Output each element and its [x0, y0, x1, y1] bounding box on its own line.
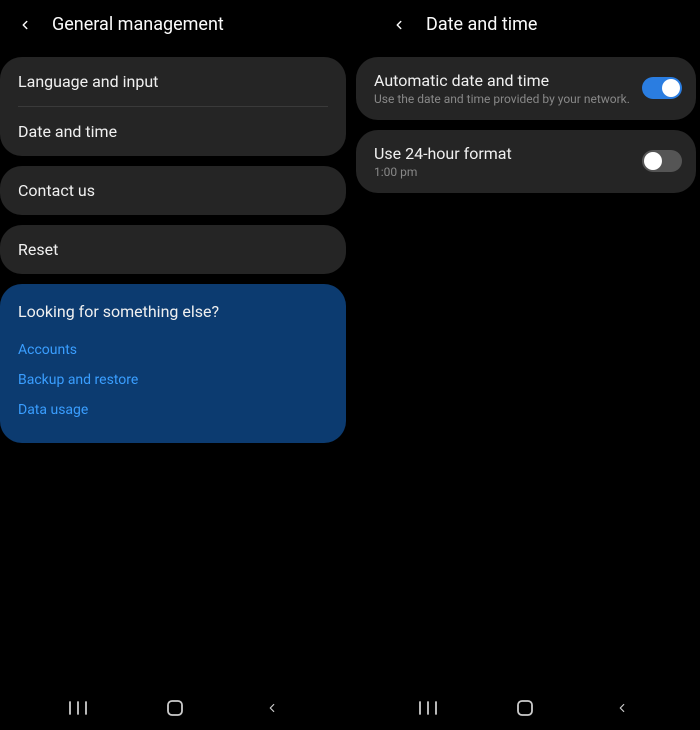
back-icon[interactable]: [16, 16, 34, 34]
use-24-hour-title: Use 24-hour format: [374, 144, 632, 163]
automatic-date-time-item[interactable]: Automatic date and time Use the date and…: [356, 57, 696, 120]
automatic-date-time-toggle[interactable]: [642, 77, 682, 99]
page-title: General management: [52, 14, 224, 35]
toggle-knob: [644, 152, 662, 170]
navbar: [350, 686, 700, 730]
content: Automatic date and time Use the date and…: [350, 49, 700, 730]
backup-restore-link[interactable]: Backup and restore: [18, 365, 328, 395]
reset-item[interactable]: Reset: [0, 225, 346, 274]
settings-group: Language and input Date and time: [0, 57, 346, 156]
navbar: [0, 686, 350, 730]
contact-us-item[interactable]: Contact us: [0, 166, 346, 215]
contact-us-group: Contact us: [0, 166, 346, 215]
use-24-hour-sub: 1:00 pm: [374, 165, 632, 179]
reset-group: Reset: [0, 225, 346, 274]
toggle-text: Automatic date and time Use the date and…: [374, 71, 632, 106]
date-time-screen: Date and time Automatic date and time Us…: [350, 0, 700, 730]
home-icon[interactable]: [514, 697, 536, 719]
date-and-time-item[interactable]: Date and time: [0, 107, 346, 156]
nav-back-icon[interactable]: [611, 697, 633, 719]
use-24-hour-toggle[interactable]: [642, 150, 682, 172]
data-usage-link[interactable]: Data usage: [18, 395, 328, 425]
language-and-input-item[interactable]: Language and input: [0, 57, 346, 106]
accounts-link[interactable]: Accounts: [18, 335, 328, 365]
back-icon[interactable]: [390, 16, 408, 34]
toggle-text: Use 24-hour format 1:00 pm: [374, 144, 632, 179]
toggle-knob: [662, 79, 680, 97]
automatic-date-time-title: Automatic date and time: [374, 71, 632, 90]
looking-for-title: Looking for something else?: [18, 302, 328, 321]
recent-apps-icon[interactable]: [67, 697, 89, 719]
page-title: Date and time: [426, 14, 537, 35]
header: Date and time: [350, 0, 700, 49]
automatic-date-time-sub: Use the date and time provided by your n…: [374, 92, 632, 106]
looking-for-card: Looking for something else? Accounts Bac…: [0, 284, 346, 443]
recent-apps-icon[interactable]: [417, 697, 439, 719]
content: Language and input Date and time Contact…: [0, 49, 350, 730]
use-24-hour-item[interactable]: Use 24-hour format 1:00 pm: [356, 130, 696, 193]
home-icon[interactable]: [164, 697, 186, 719]
general-management-screen: General management Language and input Da…: [0, 0, 350, 730]
header: General management: [0, 0, 350, 49]
nav-back-icon[interactable]: [261, 697, 283, 719]
